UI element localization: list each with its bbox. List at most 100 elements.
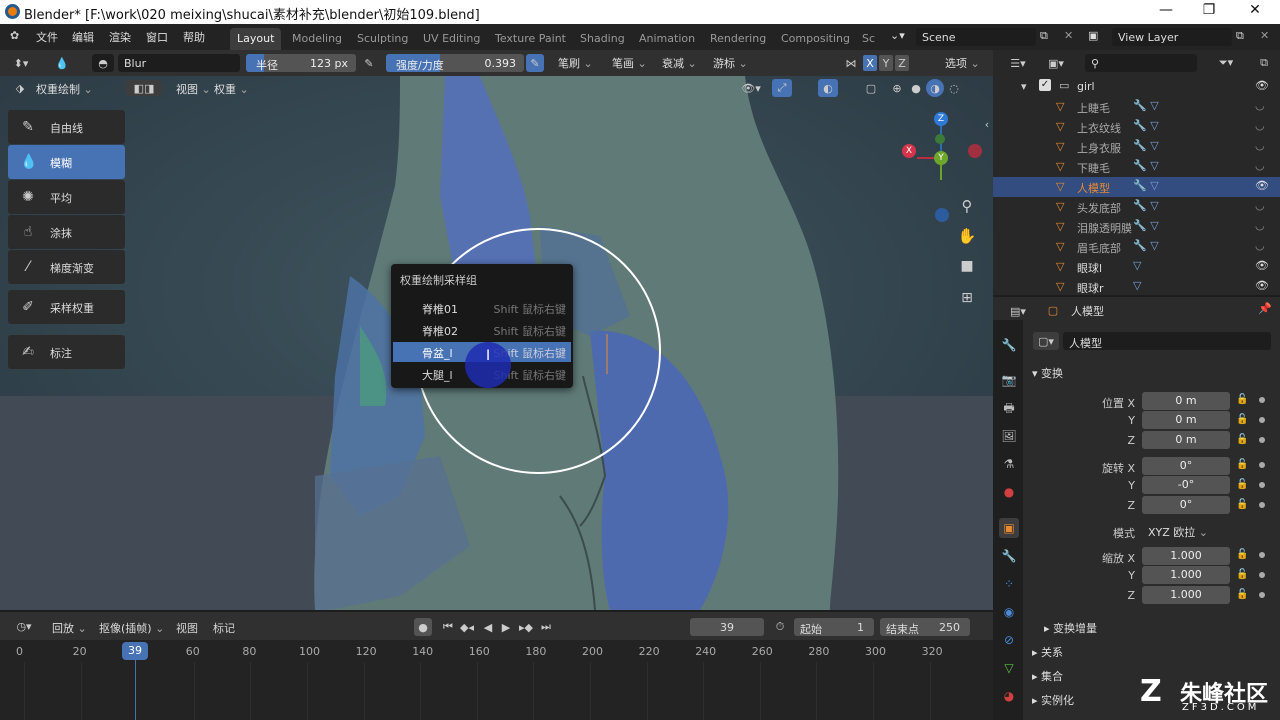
xray-icon[interactable]: ▢ — [862, 79, 880, 97]
outliner-item[interactable]: ▽ 上身衣服 🔧 ▽ ◡ — [993, 137, 1280, 157]
tab-compositing[interactable]: Compositing — [774, 28, 857, 50]
tab-animation[interactable]: Animation — [632, 28, 702, 50]
radius-pressure-icon[interactable]: ✎ — [360, 54, 378, 72]
tool-tab-icon[interactable]: 🔧 — [999, 335, 1019, 355]
data-tab-icon[interactable]: ▽ — [999, 658, 1019, 678]
eye-icon[interactable]: ◡ — [1255, 99, 1265, 112]
modifier-icon[interactable]: 🔧 ▽ — [1133, 219, 1159, 232]
tool-annotate[interactable]: ✍ 标注 — [8, 335, 125, 369]
collections-section[interactable]: ▸ 集合 — [1032, 668, 1063, 684]
scene-selector[interactable]: Scene — [916, 28, 1036, 46]
scale-y-field[interactable]: 1.000 — [1142, 566, 1230, 584]
visibility-icon[interactable]: 👁▾ — [738, 79, 764, 97]
keyframe-dot-icon[interactable] — [1259, 552, 1265, 558]
eye-icon[interactable]: ◡ — [1255, 119, 1265, 132]
material-tab-icon[interactable]: ◕ — [999, 686, 1019, 706]
outliner-editor-icon[interactable]: ☰▾ — [1005, 55, 1031, 71]
modifier-icon[interactable]: 🔧 ▽ — [1133, 239, 1159, 252]
rotation-mode-dropdown[interactable]: XYZ 欧拉 — [1148, 524, 1208, 540]
gizmo-z[interactable]: Z — [934, 112, 948, 126]
filter-icon[interactable]: ⏷▾ — [1213, 55, 1239, 71]
eye-icon[interactable]: ◡ — [1255, 159, 1265, 172]
render-tab-icon[interactable]: 📷 — [999, 370, 1019, 390]
rotation-y-field[interactable]: -0° — [1142, 476, 1230, 494]
relations-section[interactable]: ▸ 关系 — [1032, 644, 1063, 660]
timeline-marker-menu[interactable]: 标记 — [213, 620, 235, 636]
mirror-icon[interactable]: ⋈ — [842, 54, 860, 72]
eye-icon[interactable]: 👁 — [1255, 179, 1269, 192]
end-frame-field[interactable]: 结束点 250 — [880, 618, 970, 636]
weight-paint-mode-icon[interactable]: ⬗ — [10, 80, 30, 96]
menu-file[interactable]: 文件 — [36, 29, 58, 45]
shading-material-icon[interactable]: ◑ — [926, 79, 944, 97]
radius-slider[interactable]: 半径 123 px — [246, 54, 356, 72]
tab-modeling[interactable]: Modeling — [285, 28, 349, 50]
particles-tab-icon[interactable]: ⁘ — [999, 574, 1019, 594]
output-tab-icon[interactable]: 🖶 — [999, 398, 1019, 418]
keyframe-dot-icon[interactable] — [1259, 482, 1265, 488]
instancing-section[interactable]: ▸ 实例化 — [1032, 692, 1074, 708]
expand-icon[interactable]: ▾ — [1021, 80, 1027, 93]
delta-transform-section[interactable]: ▸ 变换增量 — [1044, 620, 1097, 636]
modifier-tab-icon[interactable]: 🔧 — [999, 546, 1019, 566]
gizmo-neg-z[interactable] — [935, 208, 949, 222]
tab-uv-editing[interactable]: UV Editing — [416, 28, 487, 50]
mode-dropdown[interactable]: 权重绘制 — [36, 81, 93, 97]
eye-icon[interactable]: ◡ — [1255, 239, 1265, 252]
keyframe-dot-icon[interactable] — [1259, 502, 1265, 508]
keyframe-dot-icon[interactable] — [1259, 592, 1265, 598]
scale-x-field[interactable]: 1.000 — [1142, 547, 1230, 565]
strength-slider[interactable]: 强度/力度 0.393 — [386, 54, 524, 72]
weights-menu[interactable]: 权重 — [214, 81, 249, 97]
prev-keyframe-icon[interactable]: ◆◂ — [458, 618, 476, 636]
modifier-icon[interactable]: 🔧 ▽ — [1133, 99, 1159, 112]
display-mode-icon[interactable]: ▣▾ — [1043, 55, 1069, 71]
object-name-field[interactable]: 人模型 — [1063, 332, 1271, 350]
tab-rendering[interactable]: Rendering — [703, 28, 773, 50]
sidebar-toggle-icon[interactable]: ‹ — [982, 116, 992, 132]
options-dropdown[interactable]: 选项 — [945, 55, 980, 71]
current-frame-field[interactable]: 39 — [690, 618, 764, 636]
keyframe-dot-icon[interactable] — [1259, 437, 1265, 443]
eye-icon[interactable]: ◡ — [1255, 139, 1265, 152]
tab-texture-paint[interactable]: Texture Paint — [488, 28, 573, 50]
transform-section[interactable]: ▾ 变换 — [1032, 365, 1063, 381]
outliner-collection-girl[interactable]: ▾ ✓ ▭ girl 👁 — [993, 77, 1280, 97]
menu-window[interactable]: 窗口 — [146, 29, 168, 45]
editor-type-icon[interactable]: ⬍▾ — [6, 54, 36, 72]
lock-icon[interactable]: 🔓 — [1236, 549, 1248, 561]
gizmo-y[interactable]: Y — [934, 151, 948, 165]
jump-start-icon[interactable]: ⏮ — [440, 618, 456, 636]
scene-close-icon[interactable]: ✕ — [1064, 29, 1073, 42]
scene-copy-icon[interactable]: ⧉ — [1040, 29, 1048, 43]
strength-pressure-icon[interactable]: ✎ — [526, 54, 544, 72]
menu-edit[interactable]: 编辑 — [72, 29, 94, 45]
brush-name-field[interactable]: Blur — [118, 54, 240, 72]
next-keyframe-icon[interactable]: ▸◆ — [516, 618, 536, 636]
playhead-frame[interactable]: 39 — [122, 642, 148, 660]
camera-icon[interactable]: ■ — [957, 256, 977, 276]
gizmo-toggle-icon[interactable]: ⤢ — [772, 79, 792, 97]
record-icon[interactable]: ● — [414, 618, 432, 636]
menu-help[interactable]: 帮助 — [183, 29, 205, 45]
tool-average[interactable]: ✺ 平均 — [8, 180, 125, 214]
tab-shading[interactable]: Shading — [573, 28, 632, 50]
new-collection-icon[interactable]: ⧉ — [1255, 55, 1273, 71]
lock-icon[interactable]: 🔓 — [1236, 394, 1248, 406]
lock-icon[interactable]: 🔓 — [1236, 569, 1248, 581]
outliner-item[interactable]: ▽ 下睫毛 🔧 ▽ ◡ — [993, 157, 1280, 177]
scene-tab-icon[interactable]: ⚗ — [999, 454, 1019, 474]
pan-hand-icon[interactable]: ✋ — [957, 226, 977, 246]
lock-icon[interactable]: 🔓 — [1236, 499, 1248, 511]
modifier-icon[interactable]: 🔧 ▽ — [1133, 159, 1159, 172]
outliner-item[interactable]: ▽ 头发底部 🔧 ▽ ◡ — [993, 197, 1280, 217]
rotation-z-field[interactable]: 0° — [1142, 496, 1230, 514]
checkbox-icon[interactable]: ✓ — [1039, 79, 1051, 91]
popup-item[interactable]: 脊椎01 Shift 鼠标右键 — [393, 298, 571, 318]
stopwatch-icon[interactable]: ⏱ — [772, 618, 788, 636]
modifier-icon[interactable]: ▽ — [1133, 259, 1141, 272]
lock-icon[interactable]: 🔓 — [1236, 414, 1248, 426]
play-reverse-icon[interactable]: ◀ — [480, 618, 496, 636]
modifier-icon[interactable]: 🔧 ▽ — [1133, 139, 1159, 152]
tab-scripting[interactable]: Sc — [855, 28, 882, 50]
